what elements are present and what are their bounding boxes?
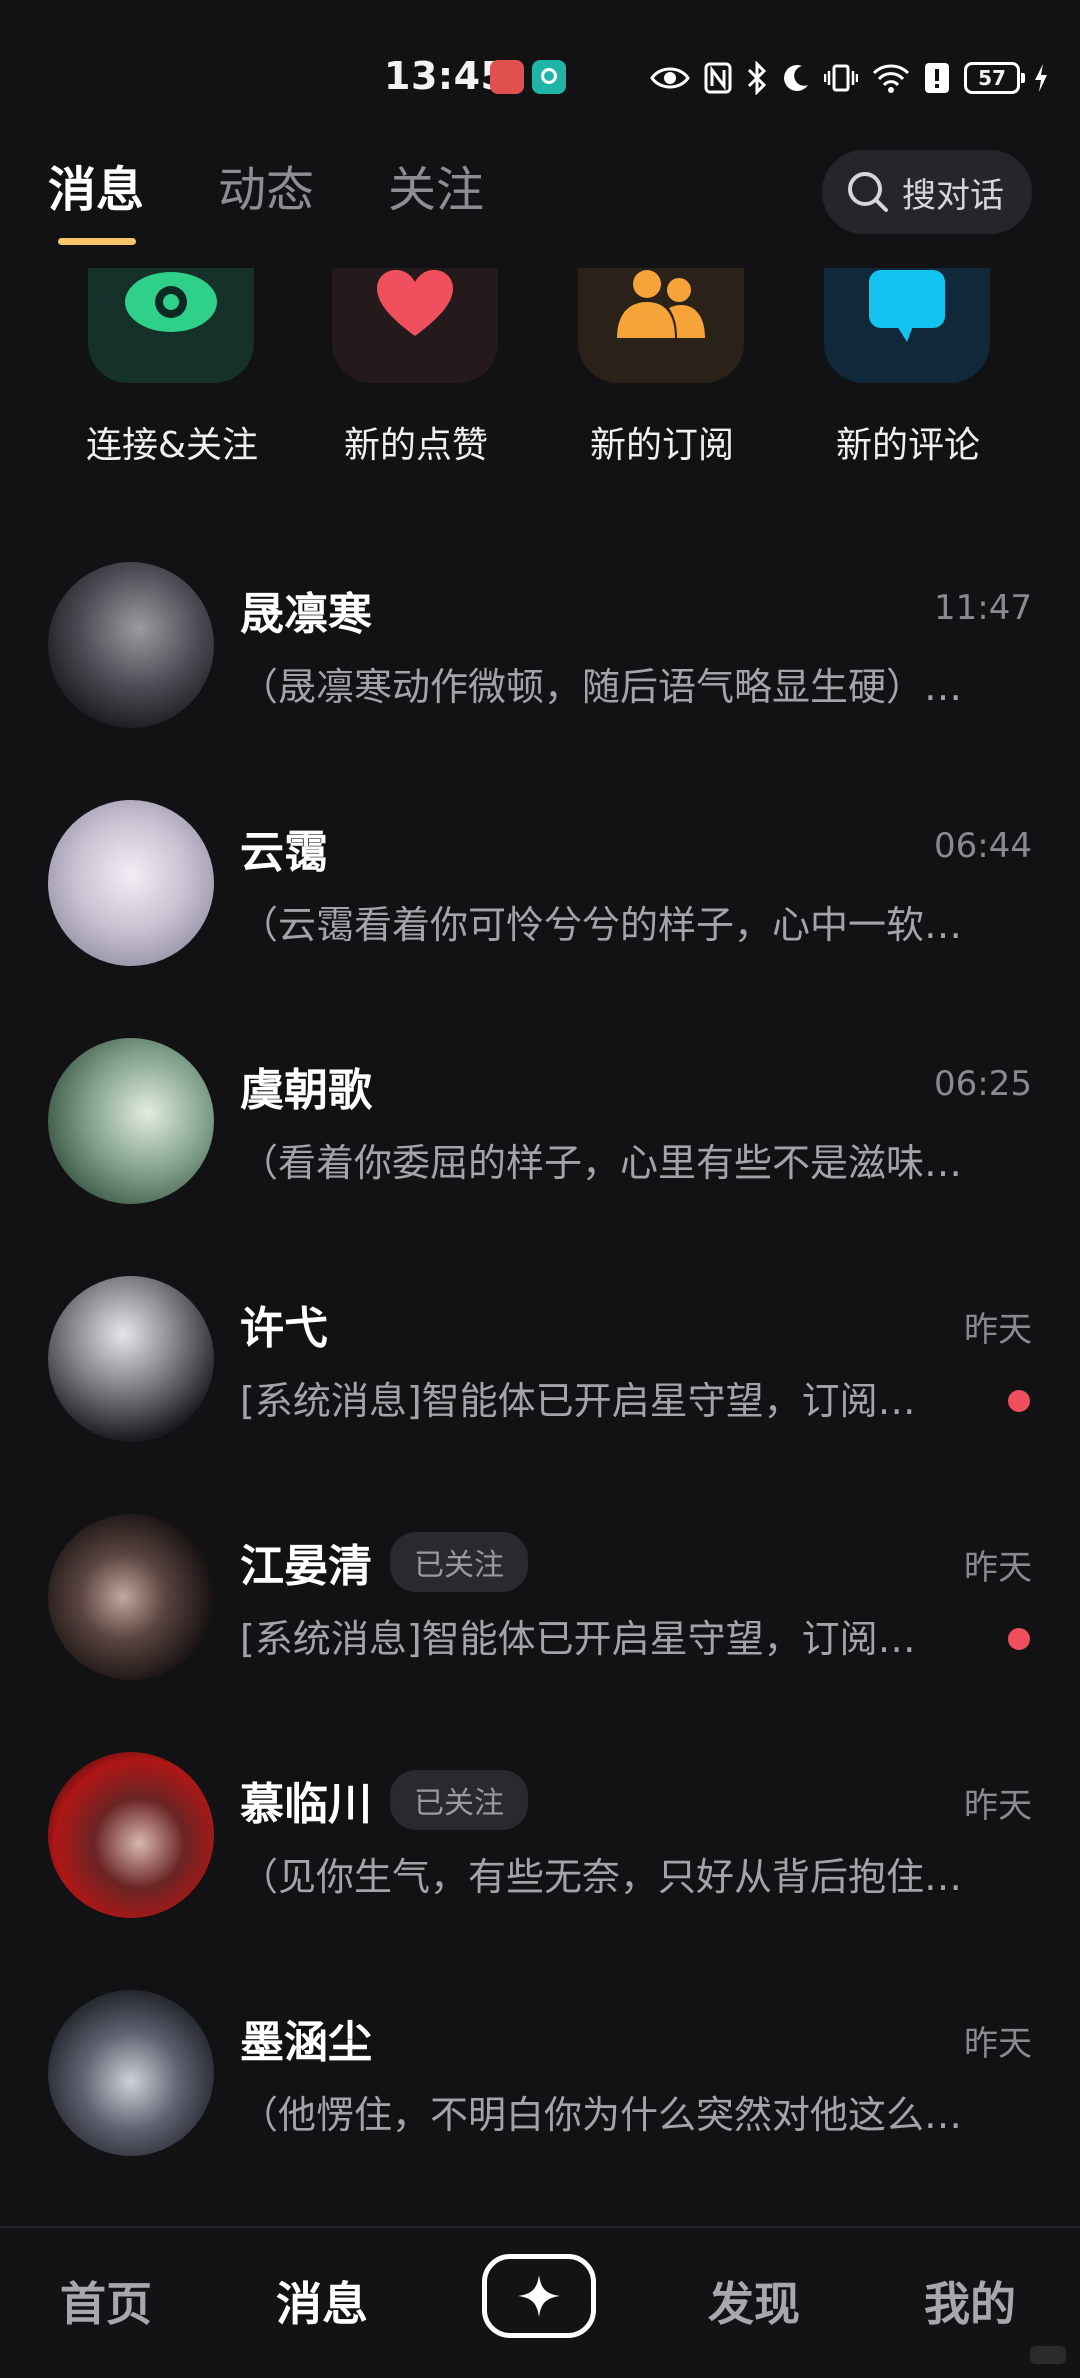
followed-badge: 已关注 [390,1770,528,1830]
huawei-app-notification-icon [490,60,524,94]
active-tab-indicator [58,238,136,245]
chat-name: 许弋 [240,1303,328,1354]
avatar [48,800,214,966]
chat-name-line: 江晏清 已关注 [240,1530,528,1594]
nav-profile[interactable]: 我的 [924,2268,1016,2334]
status-icons: 57 [650,58,1048,98]
chat-name: 云霭 [240,827,328,878]
chat-row[interactable]: 虞朝歌 06:25 （看着你委屈的样子，心里有些不是滋味… [0,1016,1080,1254]
shortcut-tile [824,268,990,383]
followed-badge: 已关注 [390,1532,528,1592]
chat-preview: （他愣住，不明白你为什么突然对他这么… [240,2093,963,2137]
shortcut-label: 新的点赞 [343,425,488,466]
chat-time: 昨天 [964,2024,1032,2064]
chat-preview: [系统消息]智能体已开启星守望，订阅… [240,1379,916,1423]
tab-messages[interactable]: 消息 [48,150,144,220]
chat-row[interactable]: 慕临川 已关注 昨天 （见你生气，有些无奈，只好从背后抱住… [0,1730,1080,1968]
chat-time: 06:25 [934,1064,1032,1104]
chat-preview: （见你生气，有些无奈，只好从背后抱住… [240,1855,963,1899]
vibrate-icon [824,64,858,92]
alert-icon [925,63,949,93]
chat-row[interactable]: 墨涵尘 昨天 （他愣住，不明白你为什么突然对他这么… [0,1968,1080,2206]
shortcut-label: 连接&关注 [85,425,259,466]
charging-icon [1035,64,1047,92]
heart-icon [377,270,453,336]
chat-name: 慕临川 [240,1779,372,1830]
chat-time: 11:47 [934,588,1032,628]
bluetooth-icon [747,61,767,95]
nav-messages[interactable]: 消息 [276,2268,368,2334]
chat-name: 虞朝歌 [240,1065,372,1116]
chat-name-line: 慕临川 已关注 [240,1768,528,1832]
battery-level: 57 [978,66,1006,90]
chat-row[interactable]: 江晏清 已关注 昨天 [系统消息]智能体已开启星守望，订阅… [0,1492,1080,1730]
eye-status-icon [650,67,690,89]
avatar [48,1514,214,1680]
chat-time: 昨天 [964,1548,1032,1588]
bottom-nav: 首页 消息 发现 我的 [0,2226,1080,2378]
wifi-icon [872,64,910,93]
chat-name-line: 虞朝歌 [240,1054,372,1118]
chat-time: 06:44 [934,826,1032,866]
avatar [48,1752,214,1918]
search-chats-button[interactable]: 搜对话 [822,150,1032,234]
search-label: 搜对话 [902,175,1004,216]
shortcut-tile [88,268,254,383]
comment-icon [869,270,945,342]
status-time: 13:45 [384,54,508,98]
battery-indicator: 57 [964,62,1025,94]
chat-row[interactable]: 云霭 06:44 （云霭看着你可怜兮兮的样子，心中一软… [0,778,1080,1016]
tab-following[interactable]: 关注 [388,150,484,220]
chat-name: 江晏清 [240,1541,372,1592]
unread-dot [1008,1390,1030,1412]
nav-home[interactable]: 首页 [60,2268,152,2334]
unread-dot [1008,1628,1030,1650]
chat-name-line: 许弋 [240,1292,328,1356]
users-icon [617,270,705,338]
chat-name-line: 晟凛寒 [240,578,372,642]
chat-row[interactable]: 许弋 昨天 [系统消息]智能体已开启星守望，订阅… [0,1254,1080,1492]
chat-preview: （看着你委屈的样子，心里有些不是滋味… [240,1141,963,1185]
chat-preview: （云霭看着你可怜兮兮的样子，心中一软… [240,903,963,947]
chat-row[interactable]: 晟凛寒 11:47 （晟凛寒动作微顿，随后语气略显生硬）… [0,540,1080,778]
chat-name-line: 墨涵尘 [240,2006,372,2070]
nfc-icon [704,62,732,94]
chat-name-line: 云霭 [240,816,328,880]
chat-preview: （晟凛寒动作微顿，随后语气略显生硬）… [240,665,963,709]
moon-icon [784,65,808,92]
avatar [48,1038,214,1204]
chat-name: 晟凛寒 [240,589,372,640]
shortcut-label: 新的评论 [835,425,980,466]
shortcut-tile [332,268,498,383]
chat-time: 昨天 [964,1310,1032,1350]
avatar [48,1990,214,2156]
header-tabs: 消息 动态 关注 [48,150,484,220]
nav-discover[interactable]: 发现 [708,2268,800,2334]
app-notification-icon [532,60,566,94]
shortcut-tile [578,268,744,383]
chat-name: 墨涵尘 [240,2017,372,2068]
shortcut-label: 新的订阅 [589,425,734,466]
create-button[interactable] [482,2254,596,2338]
avatar [48,1276,214,1442]
tab-activity[interactable]: 动态 [218,150,314,220]
search-icon [848,172,888,212]
status-bar: 13:45 57 [0,0,1080,160]
chat-time: 昨天 [964,1786,1032,1826]
eye-icon [125,272,217,332]
avatar [48,562,214,728]
watermark-mark [1030,2346,1066,2364]
sparkle-plus-icon [518,2275,560,2317]
shortcut-row: 连接&关注 新的点赞 新的订阅 新的评论 [0,268,1080,478]
chat-preview: [系统消息]智能体已开启星守望，订阅… [240,1617,916,1661]
